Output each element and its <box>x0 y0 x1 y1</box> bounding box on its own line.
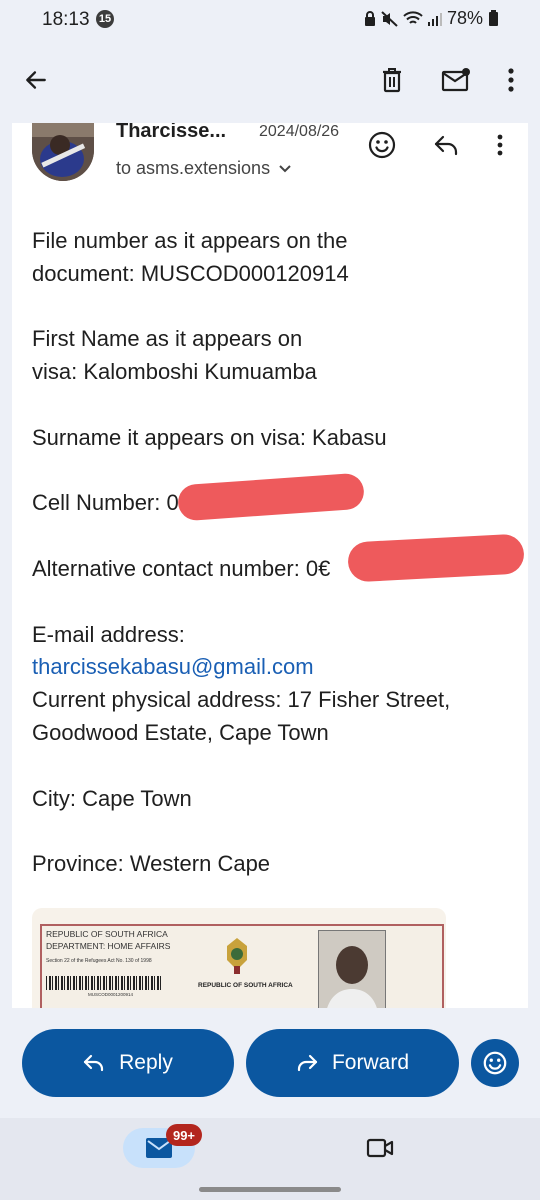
more-options-button[interactable] <box>494 58 528 102</box>
lock-icon <box>364 10 375 26</box>
status-bar: 18:13 15 78% <box>0 0 540 40</box>
sender-avatar[interactable] <box>32 123 94 181</box>
emoji-icon <box>483 1051 507 1075</box>
contact-paragraph: E-mail address: tharcissekabasu@gmail.co… <box>32 619 512 750</box>
video-camera-icon <box>366 1138 394 1158</box>
recipient-text: to asms.extensions <box>116 158 271 178</box>
barcode-text: MUSCOD0001200914 <box>88 992 134 997</box>
permit-line1: REPUBLIC OF SOUTH AFRICA <box>46 929 168 939</box>
nav-meet-tab[interactable] <box>360 1132 400 1164</box>
mute-icon <box>381 10 398 27</box>
email-address-link[interactable]: tharcissekabasu@gmail.com <box>32 654 314 679</box>
back-button[interactable] <box>16 58 56 102</box>
mark-unread-button[interactable] <box>436 58 476 102</box>
province-paragraph: Province: Western Cape <box>32 851 271 877</box>
trash-icon <box>383 68 401 93</box>
message-more-button[interactable] <box>486 127 514 163</box>
surname-paragraph: Surname it appears on visa: Kabasu <box>32 424 387 450</box>
portrait-image <box>319 931 385 1008</box>
permit-line2: DEPARTMENT: HOME AFFAIRS <box>46 941 171 951</box>
attachment-image[interactable]: REPUBLIC OF SOUTH AFRICA DEPARTMENT: HOM… <box>32 908 446 1008</box>
gesture-bar <box>199 1187 341 1192</box>
bottom-navigation: 99+ <box>0 1118 540 1200</box>
status-icons: 78% <box>363 8 498 29</box>
reply-button[interactable]: Reply <box>22 1029 234 1097</box>
sender-name[interactable]: Tharcisse... <box>116 123 226 143</box>
emoji-icon <box>368 131 396 159</box>
alt-partial: 0€ <box>305 555 331 581</box>
more-vert-icon <box>508 68 514 92</box>
emblem-caption: REPUBLIC OF SOUTH AFRICA <box>198 982 293 989</box>
delete-button[interactable] <box>372 58 412 102</box>
file-number-line1: File number as it appears on the <box>32 228 348 253</box>
battery-icon <box>489 9 498 26</box>
emoji-react-button[interactable] <box>471 1039 519 1087</box>
wifi-icon <box>403 10 423 24</box>
battery-percent: 78% <box>446 8 483 28</box>
avatar-photo <box>32 123 94 181</box>
permit-line3: Section 22 of the Refugees Act No. 130 o… <box>46 958 152 964</box>
signal-icon <box>427 12 442 26</box>
first-name-paragraph: First Name as it appears on visa: Kalombo… <box>32 323 512 389</box>
forward-label: Forward <box>331 1051 410 1074</box>
add-reaction-button[interactable] <box>364 127 400 163</box>
email-message-card: Tharcisse... 2024/08/26 to asms.extensio… <box>12 123 528 1008</box>
first-name-line2: visa: Kalomboshi Kumuamba <box>32 359 317 385</box>
file-number-paragraph: File number as it appears on the document… <box>32 225 512 291</box>
permit-header: REPUBLIC OF SOUTH AFRICA DEPARTMENT: HOM… <box>46 928 170 967</box>
notification-count-badge: 15 <box>96 10 114 28</box>
forward-button[interactable]: Forward <box>246 1029 459 1097</box>
barcode <box>46 976 162 990</box>
forward-icon <box>297 1054 318 1072</box>
cell-label: Cell Number: <box>32 490 167 516</box>
file-number-line2: document: MUSCOD000120914 <box>32 260 349 286</box>
reply-icon-button[interactable] <box>428 127 464 163</box>
coat-of-arms-icon <box>227 938 247 974</box>
email-label: E-mail address: <box>32 621 185 647</box>
city-paragraph: City: Cape Town <box>32 785 192 811</box>
address-line2: Goodwood Estate, Cape Town <box>32 719 329 745</box>
more-vert-icon <box>497 134 503 156</box>
chevron-down-icon <box>279 164 291 172</box>
reply-icon <box>84 1054 104 1072</box>
email-toolbar <box>0 50 540 110</box>
reply-label: Reply <box>119 1051 173 1074</box>
status-time: 18:13 <box>42 9 90 30</box>
recipient-line[interactable]: to asms.extensions <box>116 158 292 179</box>
first-name-line1: First Name as it appears on <box>32 326 303 352</box>
cell-partial: 0 <box>166 490 179 516</box>
mail-badge: 99+ <box>166 1124 202 1146</box>
mail-unread-icon <box>441 68 470 92</box>
arrow-back-icon <box>26 71 46 89</box>
alt-label: Alternative contact number: <box>32 555 306 581</box>
email-date: 2024/08/26 <box>259 123 340 140</box>
reply-icon <box>434 135 458 156</box>
portrait-photo <box>318 930 386 1008</box>
address-line1: Current physical address: 17 Fisher Stre… <box>32 687 451 713</box>
